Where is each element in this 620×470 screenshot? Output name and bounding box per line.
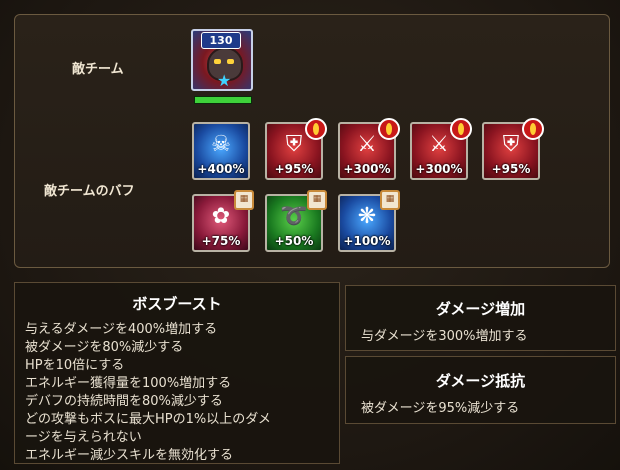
calendar-badge-icon: ▦ [307,190,327,210]
buff-rose[interactable]: ✿ +75% ▦ [192,190,254,252]
eye-badge-icon [450,118,472,140]
buff-skull[interactable]: ☠ +400% [192,122,250,180]
boss-boost-tooltip: ボスブースト 与えるダメージを400%増加する 被ダメージを80%減少する HP… [14,282,340,464]
boss-portrait[interactable]: ★ 130 [191,29,253,91]
boss-boost-line: 与えるダメージを400%増加する [25,322,218,337]
skull-icon: ☠ [211,132,231,157]
boss-boost-line: HPを10倍にする [25,358,125,373]
buff-crossed-swords[interactable]: ⚔ +300% [338,118,400,180]
buff-value: +400% [197,162,245,176]
eye-badge-icon [522,118,544,140]
buff-paw[interactable]: ❋ +100% ▦ [338,190,400,252]
boss-boost-title: ボスブースト [132,295,222,313]
boss-boost-line: 被ダメージを80%減少する [25,340,184,355]
calendar-badge-icon: ▦ [380,190,400,210]
buff-value: +95% [274,162,314,176]
boss-level-badge: 130 [201,32,241,49]
boss-hp-bar [194,96,252,104]
boss-boost-line: エネルギー獲得量を100%増加する [25,376,232,391]
boss-boost-line: ージを与えられない [25,430,142,445]
damage-resist-line: 被ダメージを95%減少する [361,401,520,416]
damage-up-tooltip: ダメージ増加 与ダメージを300%増加する [345,285,616,351]
buff-value: +75% [201,234,241,248]
buff-value: +50% [274,234,314,248]
buff-value: +100% [343,234,391,248]
buff-value: +300% [343,162,391,176]
damage-resist-tooltip: ダメージ抵抗 被ダメージを95%減少する [345,356,616,424]
eye-badge-icon [378,118,400,140]
boss-boost-line: どの攻撃もボスに最大HPの1%以上のダメ [25,412,271,427]
buff-swirl[interactable]: ➰ +50% ▦ [265,190,327,252]
enemy-team-label: 敵チーム [72,62,124,77]
eye-badge-icon [305,118,327,140]
buff-crossed-swords[interactable]: ⚔ +300% [410,118,472,180]
damage-resist-title: ダメージ抵抗 [435,372,526,390]
damage-up-line: 与ダメージを300%増加する [361,329,528,344]
star-icon: ★ [217,71,232,90]
calendar-badge-icon: ▦ [234,190,254,210]
damage-up-title: ダメージ増加 [435,300,526,318]
boss-boost-line: エネルギー減少スキルを無効化する [25,448,234,463]
buff-sword-shield[interactable]: ⛨ +95% [265,118,327,180]
boss-boost-line: デバフの持続時間を80%減少する [25,394,223,409]
buff-sword-shield[interactable]: ⛨ +95% [482,118,544,180]
buff-value: +95% [491,162,531,176]
enemy-buff-label: 敵チームのバフ [44,184,135,199]
buff-value: +300% [415,162,463,176]
